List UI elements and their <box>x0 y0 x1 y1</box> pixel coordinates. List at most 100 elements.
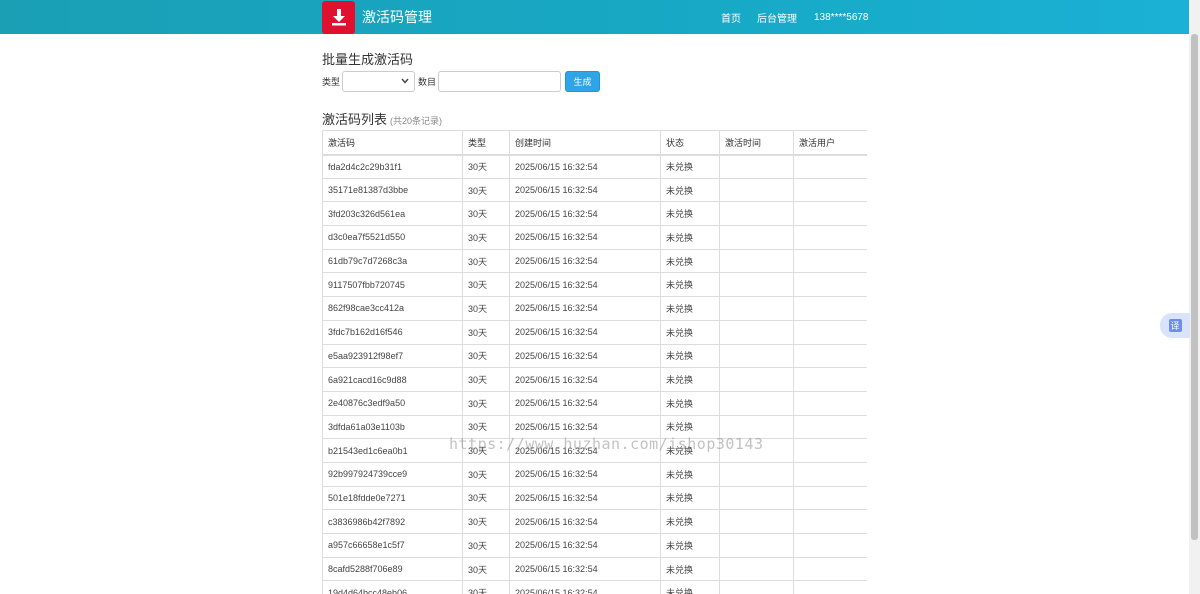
activated-time-cell <box>719 556 794 582</box>
status-cell: 未兑换 <box>660 343 720 369</box>
type-cell: 30天 <box>462 296 510 321</box>
nav-links: 首页 <box>721 0 741 34</box>
activated-user-cell <box>793 296 867 321</box>
activated-user-cell <box>793 580 867 594</box>
status-cell: 未兑换 <box>660 485 720 511</box>
created-time-cell: 2025/06/15 16:32:54 <box>509 367 661 392</box>
column-header: 激活码 <box>322 130 463 156</box>
status-cell: 未兑换 <box>660 225 720 250</box>
created-time-cell: 2025/06/15 16:32:54 <box>509 154 661 179</box>
created-time-cell: 2025/06/15 16:32:54 <box>509 225 661 250</box>
download-icon <box>322 0 355 34</box>
scrollbar-thumb[interactable] <box>1191 34 1198 540</box>
status-cell: 未兑换 <box>660 461 720 487</box>
table-row: 9117507fbb720745 30天 2025/06/15 16:32:54 未兑… <box>322 272 867 298</box>
nav-home-link[interactable]: 首页 <box>721 10 741 25</box>
type-cell: 30天 <box>462 272 510 298</box>
type-cell: 30天 <box>462 248 510 274</box>
count-label: 数目 <box>418 77 437 87</box>
type-select[interactable] <box>342 71 416 92</box>
activated-user-cell <box>793 154 867 179</box>
created-time-cell: 2025/06/15 16:32:54 <box>509 533 661 558</box>
generate-section-title: 批量生成激活码 <box>322 52 414 67</box>
activated-time-cell <box>719 343 794 369</box>
activated-time-cell <box>719 319 794 345</box>
column-header: 状态 <box>660 130 720 156</box>
activated-user-cell <box>793 556 867 582</box>
count-input[interactable] <box>438 71 562 92</box>
code-cell: 501e18fdde0e7271 <box>322 485 463 511</box>
code-cell: 3dfda61a03e1103b <box>322 414 463 440</box>
column-header: 激活用户 <box>793 130 867 156</box>
table-row: 92b997924739cce9 30天 2025/06/15 16:32:54 未兑… <box>322 461 867 487</box>
activated-user-cell <box>793 343 867 369</box>
status-cell: 未兑换 <box>660 414 720 440</box>
page-scrollbar[interactable] <box>1189 0 1200 594</box>
table-body: fda2d4c2c29b31f1 30天 2025/06/15 16:32:54 未兑… <box>322 154 867 594</box>
activated-user-cell <box>793 438 867 463</box>
type-cell: 30天 <box>462 225 510 250</box>
table-row: a957c66658e1c5f7 30天 2025/06/15 16:32:54 未兑… <box>322 533 867 558</box>
code-cell: 92b997924739cce9 <box>322 461 463 487</box>
code-cell: fda2d4c2c29b31f1 <box>322 154 463 179</box>
activated-time-cell <box>719 390 794 416</box>
status-cell: 未兑换 <box>660 201 720 227</box>
table-header-row: 激活码 类型 创建时间 状态 激活时间 激活用户 <box>322 130 867 156</box>
created-time-cell: 2025/06/15 16:32:54 <box>509 485 661 511</box>
activated-time-cell <box>719 296 794 321</box>
nav-admin-link[interactable]: 后台管理 <box>757 10 797 25</box>
list-title-text: 激活码列表 <box>322 112 388 127</box>
code-cell: 9117507fbb720745 <box>322 272 463 298</box>
table-row: 61db79c7d7268c3a 30天 2025/06/15 16:32:54 未兑… <box>322 248 867 274</box>
record-count: (共20条记录) <box>390 116 443 126</box>
column-header: 创建时间 <box>509 130 661 156</box>
created-time-cell: 2025/06/15 16:32:54 <box>509 580 661 594</box>
activated-user-cell <box>793 367 867 392</box>
code-cell: e5aa923912f98ef7 <box>322 343 463 369</box>
activated-user-cell <box>793 272 867 298</box>
type-cell: 30天 <box>462 201 510 227</box>
activated-user-cell <box>793 461 867 487</box>
type-cell: 30天 <box>462 154 510 179</box>
status-cell: 未兑换 <box>660 177 720 203</box>
generate-button[interactable]: 生成 <box>565 71 601 92</box>
code-cell: 3fd203c326d561ea <box>322 201 463 227</box>
table-row: 3dfda61a03e1103b 30天 2025/06/15 16:32:54 未兑… <box>322 414 867 440</box>
translate-button[interactable]: 译 <box>1160 313 1190 338</box>
table-row: 19d4d64bcc48eb06 30天 2025/06/15 16:32:54 未兑… <box>322 580 867 594</box>
created-time-cell: 2025/06/15 16:32:54 <box>509 296 661 321</box>
created-time-cell: 2025/06/15 16:32:54 <box>509 414 661 440</box>
activated-time-cell <box>719 580 794 594</box>
table-row: 501e18fdde0e7271 30天 2025/06/15 16:32:54 未兑… <box>322 485 867 511</box>
type-cell: 30天 <box>462 556 510 582</box>
code-cell: 61db79c7d7268c3a <box>322 248 463 274</box>
type-cell: 30天 <box>462 509 510 534</box>
code-cell: 3fdc7b162d16f546 <box>322 319 463 345</box>
type-cell: 30天 <box>462 438 510 463</box>
type-cell: 30天 <box>462 580 510 594</box>
activated-user-cell <box>793 225 867 250</box>
activated-user-cell <box>793 177 867 203</box>
table-row: fda2d4c2c29b31f1 30天 2025/06/15 16:32:54 未兑… <box>322 154 867 179</box>
translate-icon: 译 <box>1168 319 1182 332</box>
activated-time-cell <box>719 438 794 463</box>
code-cell: d3c0ea7f5521d550 <box>322 225 463 250</box>
activated-time-cell <box>719 248 794 274</box>
status-cell: 未兑换 <box>660 272 720 298</box>
code-cell: 19d4d64bcc48eb06 <box>322 580 463 594</box>
table-row: e5aa923912f98ef7 30天 2025/06/15 16:32:54 未兑… <box>322 343 867 369</box>
list-section-title: 激活码列表 (共20条记录) <box>322 109 442 128</box>
type-cell: 30天 <box>462 533 510 558</box>
activated-user-cell <box>793 533 867 558</box>
activated-time-cell <box>719 201 794 227</box>
activated-time-cell <box>719 414 794 440</box>
table-row: 3fdc7b162d16f546 30天 2025/06/15 16:32:54 未兑… <box>322 319 867 345</box>
nav-user-phone[interactable]: 138****5678 <box>814 12 869 23</box>
brand[interactable]: 激活码管理 <box>322 0 432 34</box>
type-cell: 30天 <box>462 485 510 511</box>
code-cell: 35171e81387d3bbe <box>322 177 463 203</box>
generate-form: 类型 数目 生成 <box>322 71 601 92</box>
table-row: 862f98cae3cc412a 30天 2025/06/15 16:32:54 未兑… <box>322 296 867 321</box>
type-cell: 30天 <box>462 367 510 392</box>
table-row: b21543ed1c6ea0b1 30天 2025/06/15 16:32:54 未兑… <box>322 438 867 463</box>
